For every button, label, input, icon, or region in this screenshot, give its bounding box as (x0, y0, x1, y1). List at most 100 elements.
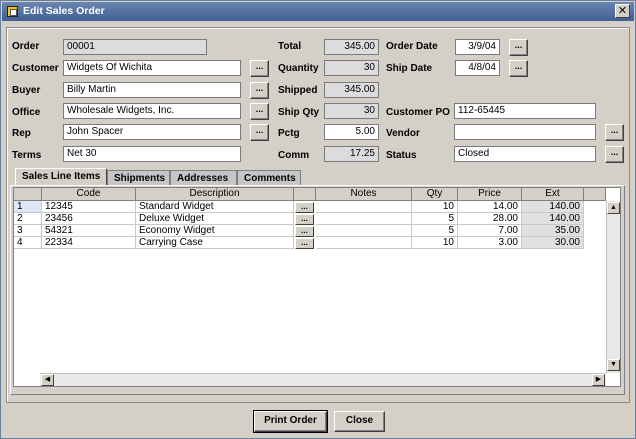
shipped-field: 345.00 (324, 82, 379, 98)
customer-label: Customer (12, 63, 59, 74)
cell-ext: 35.00 (522, 225, 584, 237)
cell-qty[interactable]: 5 (412, 213, 458, 225)
buyer-field[interactable]: Billy Martin (63, 82, 241, 98)
print-order-button[interactable]: Print Order (253, 410, 328, 433)
order-date-picker-button[interactable]: ... (509, 39, 528, 56)
column-header-ext[interactable]: Ext (522, 188, 584, 201)
order-date-label: Order Date (386, 41, 438, 52)
comm-label: Comm (278, 150, 310, 161)
customer-po-field[interactable]: 112-65445 (454, 103, 596, 119)
cell-description[interactable]: Carrying Case (136, 237, 294, 249)
customer-lookup-button[interactable]: ... (250, 60, 269, 77)
row-number[interactable]: 3 (14, 225, 42, 237)
status-label: Status (386, 150, 417, 161)
column-header-price[interactable]: Price (458, 188, 522, 201)
ship-date-picker-button[interactable]: ... (509, 60, 528, 77)
order-label: Order (12, 41, 40, 52)
buyer-label: Buyer (12, 85, 41, 96)
total-label: Total (278, 41, 302, 52)
ship-date-field[interactable]: 4/8/04 (455, 60, 500, 76)
arrow-right-icon[interactable]: ▶ (592, 374, 605, 386)
quantity-field: 30 (324, 60, 379, 76)
cell-notes[interactable] (316, 225, 412, 237)
total-field: 345.00 (324, 39, 379, 55)
terms-field[interactable]: Net 30 (63, 146, 241, 162)
ship-qty-field: 30 (324, 103, 379, 119)
row-lookup-button[interactable]: ... (295, 214, 314, 225)
window-icon (7, 6, 18, 17)
close-button[interactable]: Close (334, 411, 385, 432)
column-header-code[interactable]: Code (42, 188, 136, 201)
cell-ext: 140.00 (522, 201, 584, 213)
column-header-notes[interactable]: Notes (316, 188, 412, 201)
order-field[interactable]: 00001 (63, 39, 207, 55)
cell-notes[interactable] (316, 237, 412, 249)
buyer-lookup-button[interactable]: ... (250, 82, 269, 99)
rep-lookup-button[interactable]: ... (250, 124, 269, 141)
status-field[interactable]: Closed (454, 146, 596, 162)
rep-label: Rep (12, 128, 31, 139)
cell-code[interactable]: 23456 (42, 213, 136, 225)
column-header-lookup (294, 188, 316, 201)
customer-po-label: Customer PO (386, 107, 450, 118)
arrow-left-icon[interactable]: ◀ (41, 374, 54, 386)
edit-sales-order-window: Edit Sales Order ✕ Order 00001 Customer … (0, 0, 636, 439)
vendor-label: Vendor (386, 128, 420, 139)
tab-shipments[interactable]: Shipments (107, 170, 170, 186)
status-lookup-button[interactable]: ... (605, 146, 624, 163)
row-number[interactable]: 1 (14, 201, 42, 213)
row-lookup-button[interactable]: ... (295, 238, 314, 249)
row-lookup-button[interactable]: ... (295, 202, 314, 213)
pctg-field[interactable]: 5.00 (324, 124, 379, 140)
cell-code[interactable]: 54321 (42, 225, 136, 237)
ship-date-label: Ship Date (386, 63, 433, 74)
cell-description[interactable]: Economy Widget (136, 225, 294, 237)
column-header-filler (584, 188, 606, 201)
comm-field: 17.25 (324, 146, 379, 162)
tab-addresses[interactable]: Addresses (170, 170, 237, 186)
cell-price[interactable]: 14.00 (458, 201, 522, 213)
row-lookup-button[interactable]: ... (295, 226, 314, 237)
column-header-qty[interactable]: Qty (412, 188, 458, 201)
office-field[interactable]: Wholesale Widgets, Inc. (63, 103, 241, 119)
customer-field[interactable]: Widgets Of Wichita (63, 60, 241, 76)
cell-qty[interactable]: 5 (412, 225, 458, 237)
cell-code[interactable]: 12345 (42, 201, 136, 213)
rep-field[interactable]: John Spacer (63, 124, 241, 140)
arrow-up-icon[interactable]: ▲ (607, 202, 620, 214)
cell-price[interactable]: 3.00 (458, 237, 522, 249)
arrow-down-icon[interactable]: ▼ (607, 359, 620, 371)
cell-price[interactable]: 28.00 (458, 213, 522, 225)
cell-ext: 140.00 (522, 213, 584, 225)
row-number[interactable]: 2 (14, 213, 42, 225)
row-number[interactable]: 4 (14, 237, 42, 249)
shipped-label: Shipped (278, 85, 318, 96)
column-header-row-num (14, 188, 42, 201)
title-bar[interactable]: Edit Sales Order ✕ (2, 2, 634, 21)
order-date-field[interactable]: 3/9/04 (455, 39, 500, 55)
cell-qty[interactable]: 10 (412, 237, 458, 249)
cell-qty[interactable]: 10 (412, 201, 458, 213)
vendor-field[interactable] (454, 124, 596, 140)
horizontal-scrollbar[interactable]: ◀ ▶ (40, 373, 606, 386)
column-header-description[interactable]: Description (136, 188, 294, 201)
terms-label: Terms (12, 150, 42, 161)
tab-sales-line-items[interactable]: Sales Line Items (15, 168, 107, 186)
office-lookup-button[interactable]: ... (250, 103, 269, 120)
office-label: Office (12, 107, 41, 118)
pctg-label: Pctg (278, 128, 300, 139)
cell-ext: 30.00 (522, 237, 584, 249)
window-title: Edit Sales Order (23, 5, 105, 17)
cell-price[interactable]: 7.00 (458, 225, 522, 237)
cell-notes[interactable] (316, 201, 412, 213)
cell-description[interactable]: Deluxe Widget (136, 213, 294, 225)
cell-notes[interactable] (316, 213, 412, 225)
cell-description[interactable]: Standard Widget (136, 201, 294, 213)
vendor-lookup-button[interactable]: ... (605, 124, 624, 141)
tab-comments[interactable]: Comments (237, 170, 301, 186)
quantity-label: Quantity (278, 63, 319, 74)
line-items-grid[interactable]: Code Description Notes Qty Price Ext 1 1… (13, 187, 621, 387)
cell-code[interactable]: 22334 (42, 237, 136, 249)
close-icon[interactable]: ✕ (615, 4, 630, 18)
vertical-scrollbar[interactable]: ▲ ▼ (606, 201, 620, 373)
